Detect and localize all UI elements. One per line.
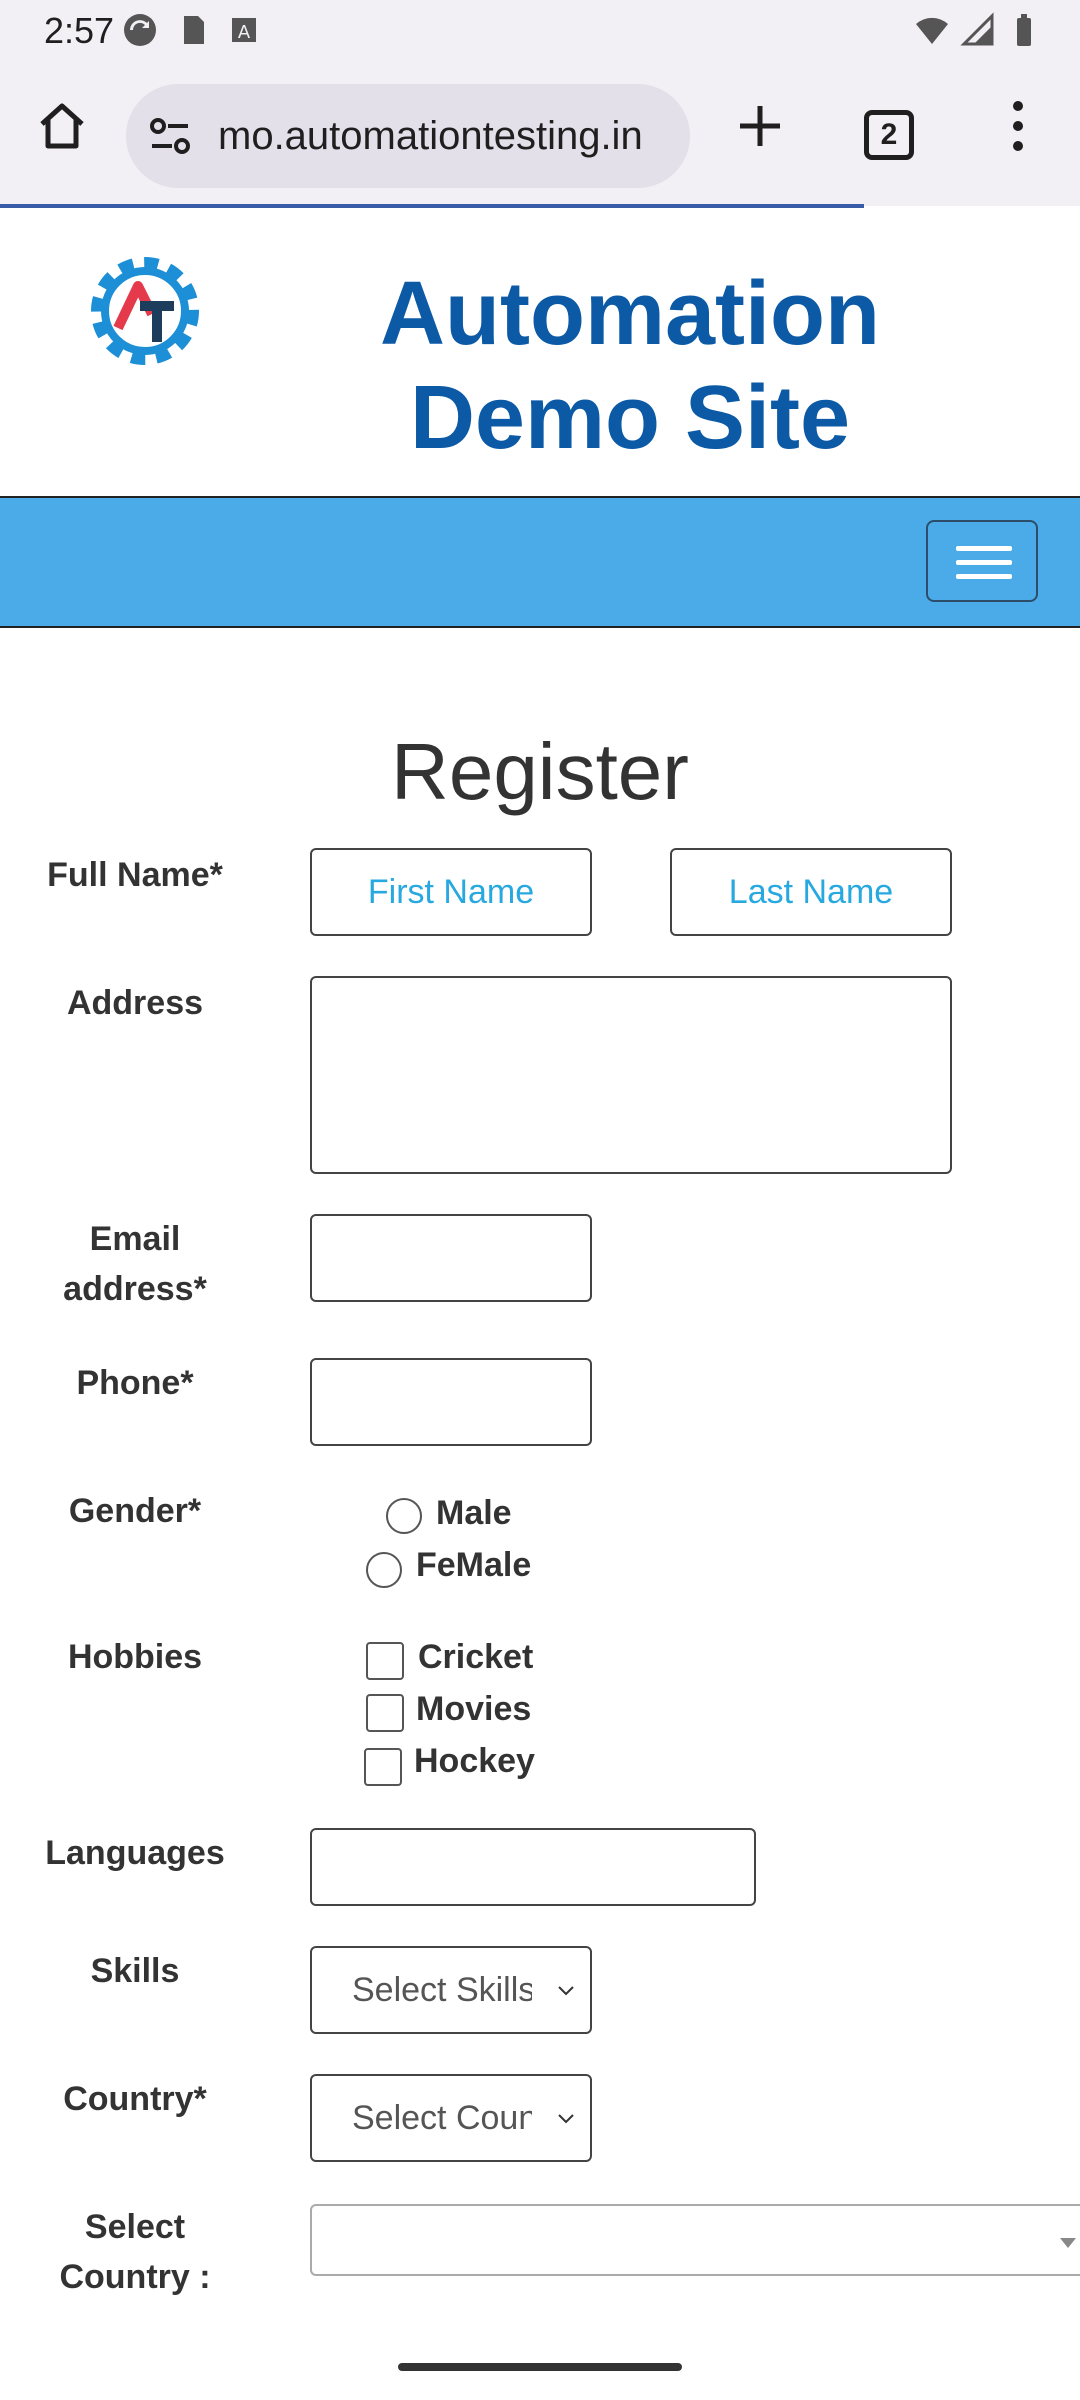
wifi-icon <box>916 17 948 44</box>
address-label: Address <box>66 984 204 1022</box>
url-text: mo.automationtesting.in <box>218 114 643 158</box>
site-title-line2: Demo Site <box>409 368 851 468</box>
first-name-input[interactable]: First Name <box>310 848 592 936</box>
caret-down-icon <box>1060 2238 1076 2248</box>
last-name-input[interactable]: Last Name <box>670 848 952 936</box>
navbar-toggle-button[interactable] <box>926 520 1038 602</box>
status-bar: 2:57 A <box>0 0 1080 62</box>
hobbies-label: Hobbies <box>67 1638 203 1676</box>
select-country-dropdown[interactable] <box>310 2204 1080 2276</box>
address-textarea[interactable] <box>310 976 952 1174</box>
site-logo <box>91 257 199 365</box>
home-button[interactable] <box>26 90 98 162</box>
email-label: Email address* <box>30 1214 240 1314</box>
skills-select[interactable]: Select Skills <box>310 1946 592 2034</box>
phone-input[interactable] <box>310 1358 592 1446</box>
languages-multiselect[interactable] <box>310 1828 756 1906</box>
sync-icon <box>124 14 156 46</box>
hobby-cricket-label: Cricket <box>418 1638 534 1676</box>
skills-select-value: Select Skills <box>352 1970 532 2009</box>
full-name-label: Full Name* <box>47 856 223 894</box>
select-country-label-line2: Country : <box>59 2258 211 2296</box>
notification-icons: A <box>122 12 262 48</box>
gender-male-label: Male <box>436 1494 512 1532</box>
hamburger-bar <box>956 560 1012 565</box>
country-select[interactable]: Select Country <box>310 2074 592 2162</box>
hamburger-bar <box>956 574 1012 579</box>
hobby-movies-label: Movies <box>416 1690 532 1728</box>
more-vert-icon <box>1013 101 1023 151</box>
hobby-hockey-checkbox[interactable] <box>364 1748 402 1786</box>
last-name-placeholder: Last Name <box>728 872 894 911</box>
first-name-placeholder: First Name <box>367 872 535 911</box>
gender-female-label: FeMale <box>416 1546 532 1584</box>
site-settings-icon <box>150 118 190 154</box>
site-title: Automation Demo Site <box>340 262 920 470</box>
hamburger-bar <box>956 546 1012 551</box>
gender-male-radio[interactable] <box>386 1498 422 1534</box>
navbar <box>0 496 1080 628</box>
chevron-down-icon <box>558 1986 574 1996</box>
gender-label: Gender* <box>68 1492 202 1530</box>
address-bar[interactable]: mo.automationtesting.in <box>126 84 690 188</box>
languages-label: Languages <box>45 1834 225 1872</box>
battery-icon <box>1017 14 1031 46</box>
page-title: Register <box>391 727 689 816</box>
select-country-label: Select Country : <box>30 2202 240 2302</box>
email-label-line1: Email <box>89 1220 181 1258</box>
menu-button[interactable] <box>982 90 1054 162</box>
system-icons <box>914 12 1042 48</box>
country-select-value: Select Country <box>352 2098 532 2137</box>
home-icon <box>40 103 84 149</box>
tab-switcher-button[interactable]: 2 <box>864 110 914 160</box>
skills-label: Skills <box>90 1952 180 1990</box>
hobby-cricket-checkbox[interactable] <box>366 1642 404 1680</box>
plus-icon <box>740 106 780 146</box>
select-country-label-line1: Select <box>84 2208 186 2246</box>
hobby-hockey-label: Hockey <box>414 1742 535 1780</box>
page-load-progress <box>0 204 864 208</box>
email-label-line2: address* <box>63 1270 207 1308</box>
site-title-line1: Automation <box>380 264 880 364</box>
email-input[interactable] <box>310 1214 592 1302</box>
new-tab-button[interactable] <box>724 90 796 162</box>
signal-icon <box>960 12 994 46</box>
status-time: 2:57 <box>44 10 115 51</box>
svg-text:A: A <box>238 22 251 43</box>
sd-card-icon <box>184 16 204 44</box>
hobby-movies-checkbox[interactable] <box>366 1694 404 1732</box>
browser-toolbar: mo.automationtesting.in 2 <box>0 62 1080 206</box>
text-a-icon: A <box>232 18 256 43</box>
gender-female-radio[interactable] <box>366 1552 402 1588</box>
gesture-bar[interactable] <box>398 2363 682 2371</box>
phone-label: Phone* <box>76 1364 194 1402</box>
country-label: Country* <box>63 2080 207 2118</box>
chevron-down-icon <box>558 2114 574 2124</box>
